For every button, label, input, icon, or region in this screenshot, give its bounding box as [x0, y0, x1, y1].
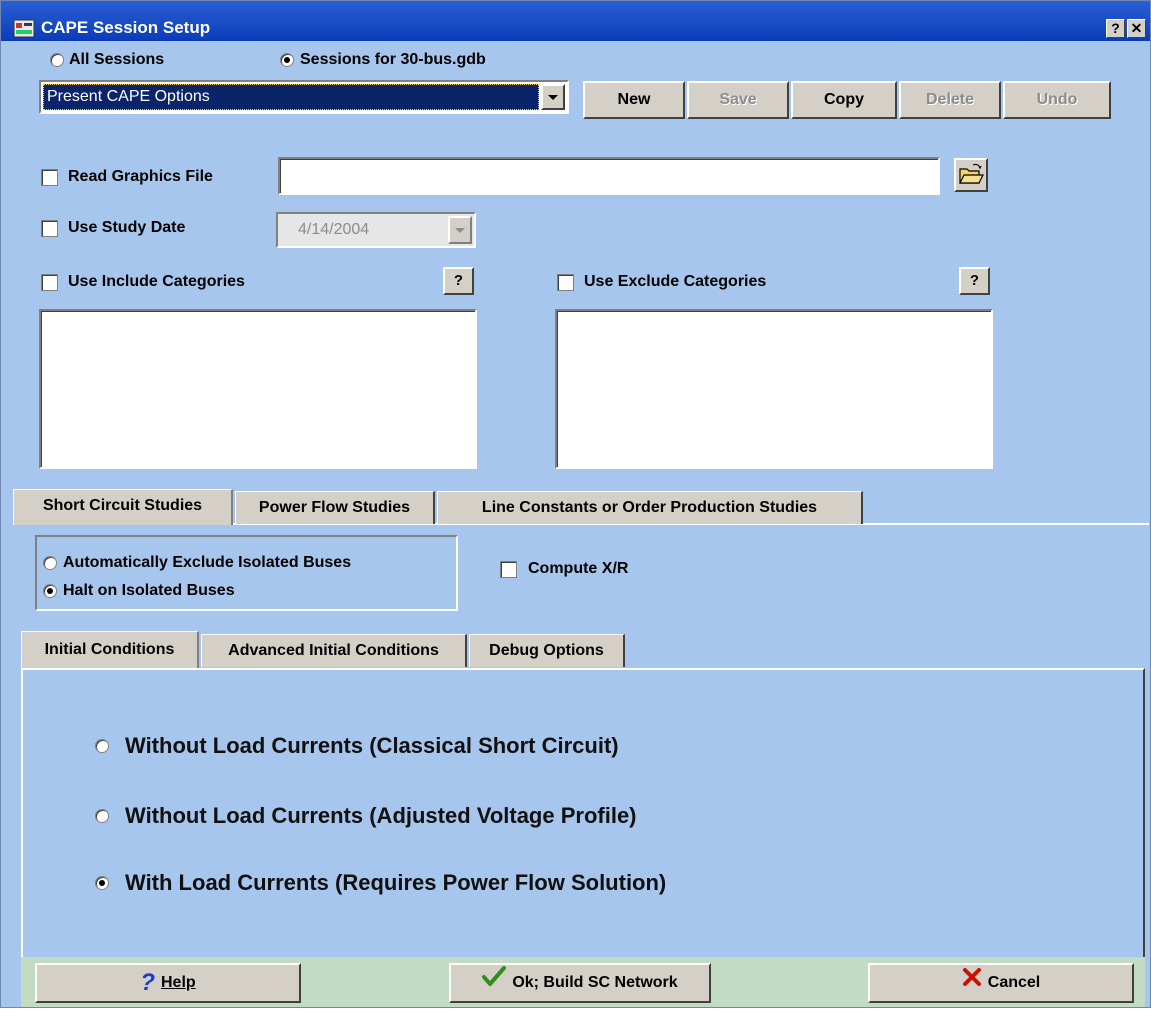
window-title: CAPE Session Setup: [41, 18, 211, 37]
cancel-button-label: Cancel: [987, 974, 1041, 992]
exclude-categories-list[interactable]: [555, 309, 993, 469]
with-load-currents-radio[interactable]: [95, 876, 109, 890]
question-mark-icon: ?: [140, 969, 155, 996]
help-button[interactable]: ? Help: [35, 963, 301, 1003]
copy-session-button[interactable]: Copy: [791, 81, 897, 119]
ok-build-network-button[interactable]: Ok; Build SC Network: [449, 963, 711, 1003]
tab-advanced-initial-conditions[interactable]: Advanced Initial Conditions: [201, 634, 467, 667]
exclude-categories-checkbox[interactable]: [557, 274, 574, 291]
chevron-down-icon[interactable]: [541, 84, 565, 110]
study-date-checkbox[interactable]: [41, 220, 58, 237]
exclude-categories-help-button[interactable]: ?: [959, 267, 990, 295]
title-help-button[interactable]: ?: [1106, 19, 1125, 38]
chevron-down-icon[interactable]: [448, 216, 472, 244]
tab-initial-conditions[interactable]: Initial Conditions: [21, 631, 199, 669]
auto-exclude-isolated-label: Automatically Exclude Isolated Buses: [63, 554, 352, 571]
tab-line-constants-studies[interactable]: Line Constants or Order Production Studi…: [437, 491, 863, 524]
include-categories-checkbox[interactable]: [41, 274, 58, 291]
new-session-button[interactable]: New: [583, 81, 685, 119]
session-setup-dialog: CAPE Session Setup ? ✕ All Sessions Sess…: [0, 0, 1151, 1008]
tab-power-flow-studies[interactable]: Power Flow Studies: [235, 491, 435, 524]
all-sessions-label: All Sessions: [69, 51, 165, 68]
ok-button-label: Ok; Build SC Network: [512, 974, 678, 992]
app-icon: [13, 17, 35, 39]
read-graphics-label: Read Graphics File: [68, 168, 213, 185]
tab-short-circuit-studies[interactable]: Short Circuit Studies: [13, 489, 233, 525]
compute-xr-label: Compute X/R: [528, 560, 629, 577]
session-select-value: Present CAPE Options: [47, 88, 210, 105]
include-categories-list[interactable]: [39, 309, 477, 469]
auto-exclude-isolated-radio[interactable]: [43, 556, 57, 570]
halt-isolated-label: Halt on Isolated Buses: [63, 582, 235, 599]
delete-session-button[interactable]: Delete: [899, 81, 1001, 119]
study-date-label: Use Study Date: [68, 219, 186, 236]
sessions-for-db-label: Sessions for 30-bus.gdb: [300, 51, 486, 68]
undo-session-button[interactable]: Undo: [1003, 81, 1111, 119]
sessions-for-db-radio[interactable]: [280, 53, 294, 67]
x-mark-icon: [962, 965, 982, 1001]
include-categories-help-button[interactable]: ?: [443, 267, 474, 295]
include-categories-label: Use Include Categories: [68, 273, 245, 290]
save-session-button[interactable]: Save: [687, 81, 789, 119]
read-graphics-checkbox[interactable]: [41, 169, 58, 186]
with-load-currents-label: With Load Currents (Requires Power Flow …: [125, 870, 667, 895]
adjusted-voltage-radio[interactable]: [95, 809, 109, 823]
open-folder-icon[interactable]: [954, 158, 988, 192]
classical-sc-label: Without Load Currents (Classical Short C…: [125, 733, 619, 758]
study-date-select[interactable]: 4/14/2004: [276, 212, 476, 248]
exclude-categories-label: Use Exclude Categories: [584, 273, 767, 290]
halt-isolated-radio[interactable]: [43, 584, 57, 598]
tab-debug-options[interactable]: Debug Options: [469, 634, 625, 667]
title-close-button[interactable]: ✕: [1127, 19, 1146, 38]
session-select[interactable]: Present CAPE Options: [39, 80, 569, 114]
all-sessions-radio[interactable]: [50, 53, 64, 67]
cancel-button[interactable]: Cancel: [868, 963, 1134, 1003]
classical-sc-radio[interactable]: [95, 739, 109, 753]
checkmark-icon: [482, 965, 507, 1001]
help-button-label: Help: [161, 974, 196, 992]
adjusted-voltage-label: Without Load Currents (Adjusted Voltage …: [125, 803, 637, 828]
graphics-file-input[interactable]: [278, 157, 940, 195]
study-date-value: 4/14/2004: [298, 221, 370, 238]
compute-xr-checkbox[interactable]: [500, 561, 517, 578]
